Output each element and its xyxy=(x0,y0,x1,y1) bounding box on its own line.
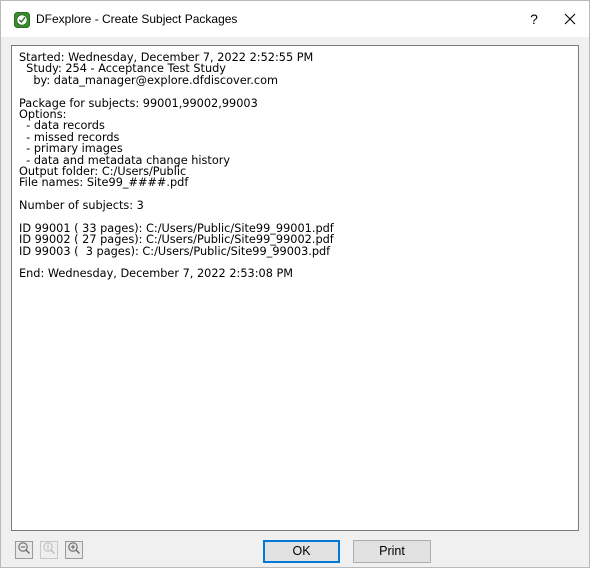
log-line: ID 99002 ( 27 pages): C:/Users/Public/Si… xyxy=(19,233,334,247)
zoom-in-icon xyxy=(67,541,81,560)
log-line: End: Wednesday, December 7, 2022 2:53:08… xyxy=(19,267,294,281)
title-bar: DFexplore - Create Subject Packages ? xyxy=(1,1,589,37)
close-icon xyxy=(564,10,576,27)
ok-button[interactable]: OK xyxy=(263,540,340,563)
zoom-reset-button[interactable] xyxy=(40,541,58,559)
zoom-out-button[interactable] xyxy=(15,541,33,559)
log-line: - primary images xyxy=(19,142,123,156)
log-line: File names: Site99_####.pdf xyxy=(19,176,189,190)
help-button[interactable]: ? xyxy=(521,7,547,31)
log-line: Package for subjects: 99001,99002,99003 xyxy=(19,96,258,110)
log-line: by: data_manager@explore.dfdiscover.com xyxy=(19,73,278,87)
log-output-area[interactable]: Started: Wednesday, December 7, 2022 2:5… xyxy=(11,45,579,531)
clock-check-icon xyxy=(14,12,30,28)
log-line: ID 99003 ( 3 pages): C:/Users/Public/Sit… xyxy=(19,244,331,258)
button-bar: OK Print xyxy=(1,537,589,567)
log-line: Number of subjects: 3 xyxy=(19,199,144,213)
dialog-window: DFexplore - Create Subject Packages ? St… xyxy=(0,0,590,568)
window-title: DFexplore - Create Subject Packages xyxy=(36,12,238,26)
zoom-in-button[interactable] xyxy=(65,541,83,559)
close-button[interactable] xyxy=(556,7,584,31)
zoom-reset-icon xyxy=(42,541,56,560)
zoom-out-icon xyxy=(17,541,31,560)
print-button[interactable]: Print xyxy=(353,540,431,563)
